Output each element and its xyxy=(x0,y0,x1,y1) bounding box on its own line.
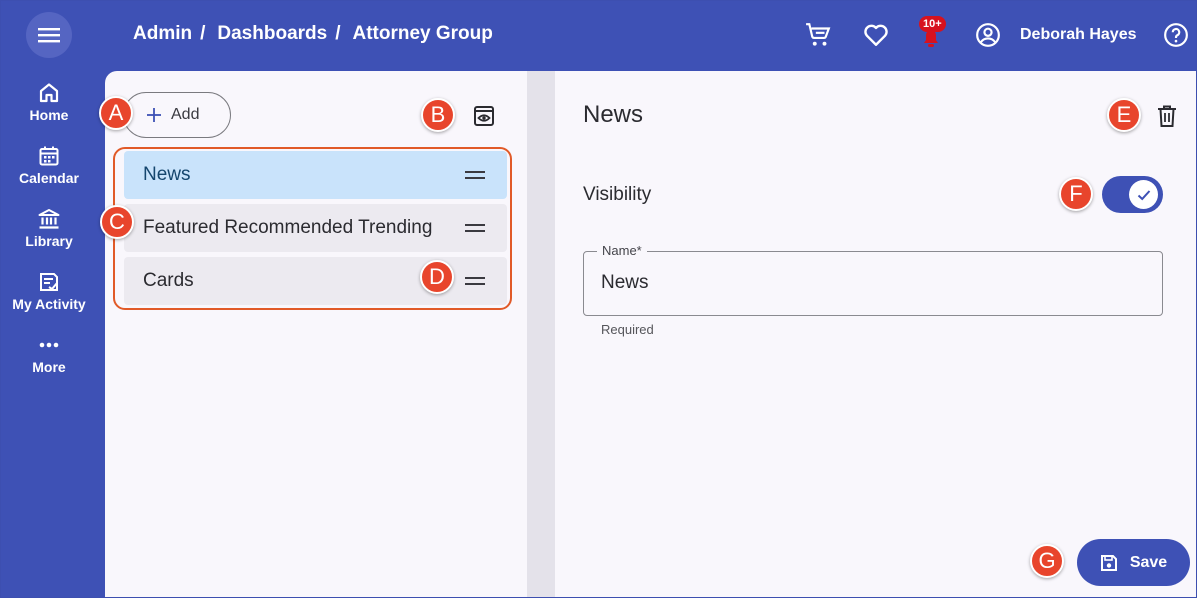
callout-c: C xyxy=(100,205,134,239)
callout-b: B xyxy=(421,98,455,132)
nav-item-label: My Activity xyxy=(12,296,86,312)
help-icon xyxy=(1164,23,1188,47)
side-navigation: Home Calendar Library My Activity More xyxy=(1,71,105,597)
account-button[interactable] xyxy=(974,21,1002,49)
section-item-label: Cards xyxy=(143,270,194,291)
breadcrumb-dashboards[interactable]: Dashboards xyxy=(217,23,327,45)
home-icon xyxy=(39,83,59,103)
nav-item-calendar[interactable]: Calendar xyxy=(1,142,97,186)
nav-item-label: Library xyxy=(25,233,73,249)
breadcrumb-admin[interactable]: Admin xyxy=(133,23,192,45)
cart-button[interactable] xyxy=(804,21,832,49)
delete-section-button[interactable] xyxy=(1155,103,1179,129)
callout-a: A xyxy=(99,96,133,130)
check-icon xyxy=(1137,189,1150,200)
nav-item-home[interactable]: Home xyxy=(1,79,97,123)
nav-item-more[interactable]: More xyxy=(1,331,97,375)
app-window: Admin / Dashboards / Attorney Group 10+ … xyxy=(0,0,1197,598)
plus-icon xyxy=(147,108,161,122)
trash-icon xyxy=(1158,105,1176,127)
toggle-knob xyxy=(1129,180,1158,209)
visibility-toggle[interactable] xyxy=(1102,176,1163,213)
heart-icon xyxy=(864,24,888,46)
section-title: News xyxy=(583,101,644,128)
nav-item-library[interactable]: Library xyxy=(1,205,97,249)
notification-badge: 10+ xyxy=(919,16,946,32)
section-item-label: News xyxy=(143,164,191,185)
calendar-icon xyxy=(39,146,59,166)
callout-e: E xyxy=(1107,98,1141,132)
save-label: Save xyxy=(1129,553,1168,571)
account-circle-icon xyxy=(976,23,1000,47)
more-icon xyxy=(39,342,59,348)
name-field-helper: Required xyxy=(601,322,654,337)
breadcrumb: Admin / Dashboards / Attorney Group xyxy=(133,23,493,45)
drag-handle-icon[interactable] xyxy=(465,224,485,232)
hamburger-icon xyxy=(38,28,60,43)
callout-d: D xyxy=(420,260,454,294)
section-item-news[interactable]: News xyxy=(124,151,507,199)
breadcrumb-separator: / xyxy=(200,23,206,44)
breadcrumb-separator: / xyxy=(335,23,341,44)
nav-item-label: More xyxy=(32,359,66,375)
breadcrumb-attorney-group: Attorney Group xyxy=(352,23,493,44)
activity-icon xyxy=(40,273,58,291)
nav-item-label: Home xyxy=(29,107,69,123)
nav-item-my-activity[interactable]: My Activity xyxy=(1,268,97,312)
preview-button[interactable] xyxy=(471,103,497,129)
hamburger-menu-button[interactable] xyxy=(26,12,72,58)
top-bar: Admin / Dashboards / Attorney Group 10+ … xyxy=(1,1,1196,71)
user-name[interactable]: Deborah Hayes xyxy=(1020,26,1137,44)
save-icon xyxy=(1100,554,1117,571)
callout-g: G xyxy=(1030,544,1064,578)
help-button[interactable] xyxy=(1162,21,1190,49)
cart-icon xyxy=(806,23,831,46)
drag-handle-icon[interactable] xyxy=(465,277,485,285)
favorites-button[interactable] xyxy=(862,21,890,49)
name-field[interactable] xyxy=(583,251,1163,316)
panel-divider xyxy=(527,71,555,597)
save-button[interactable]: Save xyxy=(1077,539,1190,586)
visibility-label: Visibility xyxy=(583,184,652,205)
nav-item-label: Calendar xyxy=(19,170,79,186)
preview-icon xyxy=(474,106,494,126)
section-item-featured-recommended-trending[interactable]: Featured Recommended Trending xyxy=(124,204,507,252)
name-field-value[interactable]: News xyxy=(601,272,649,294)
add-section-button[interactable]: Add xyxy=(123,92,231,138)
add-label: Add xyxy=(171,106,200,123)
callout-f: F xyxy=(1059,177,1093,211)
drag-handle-icon[interactable] xyxy=(465,171,485,179)
section-item-label: Featured Recommended Trending xyxy=(143,217,433,238)
library-icon xyxy=(38,209,60,229)
name-field-label: Name* xyxy=(597,243,647,258)
